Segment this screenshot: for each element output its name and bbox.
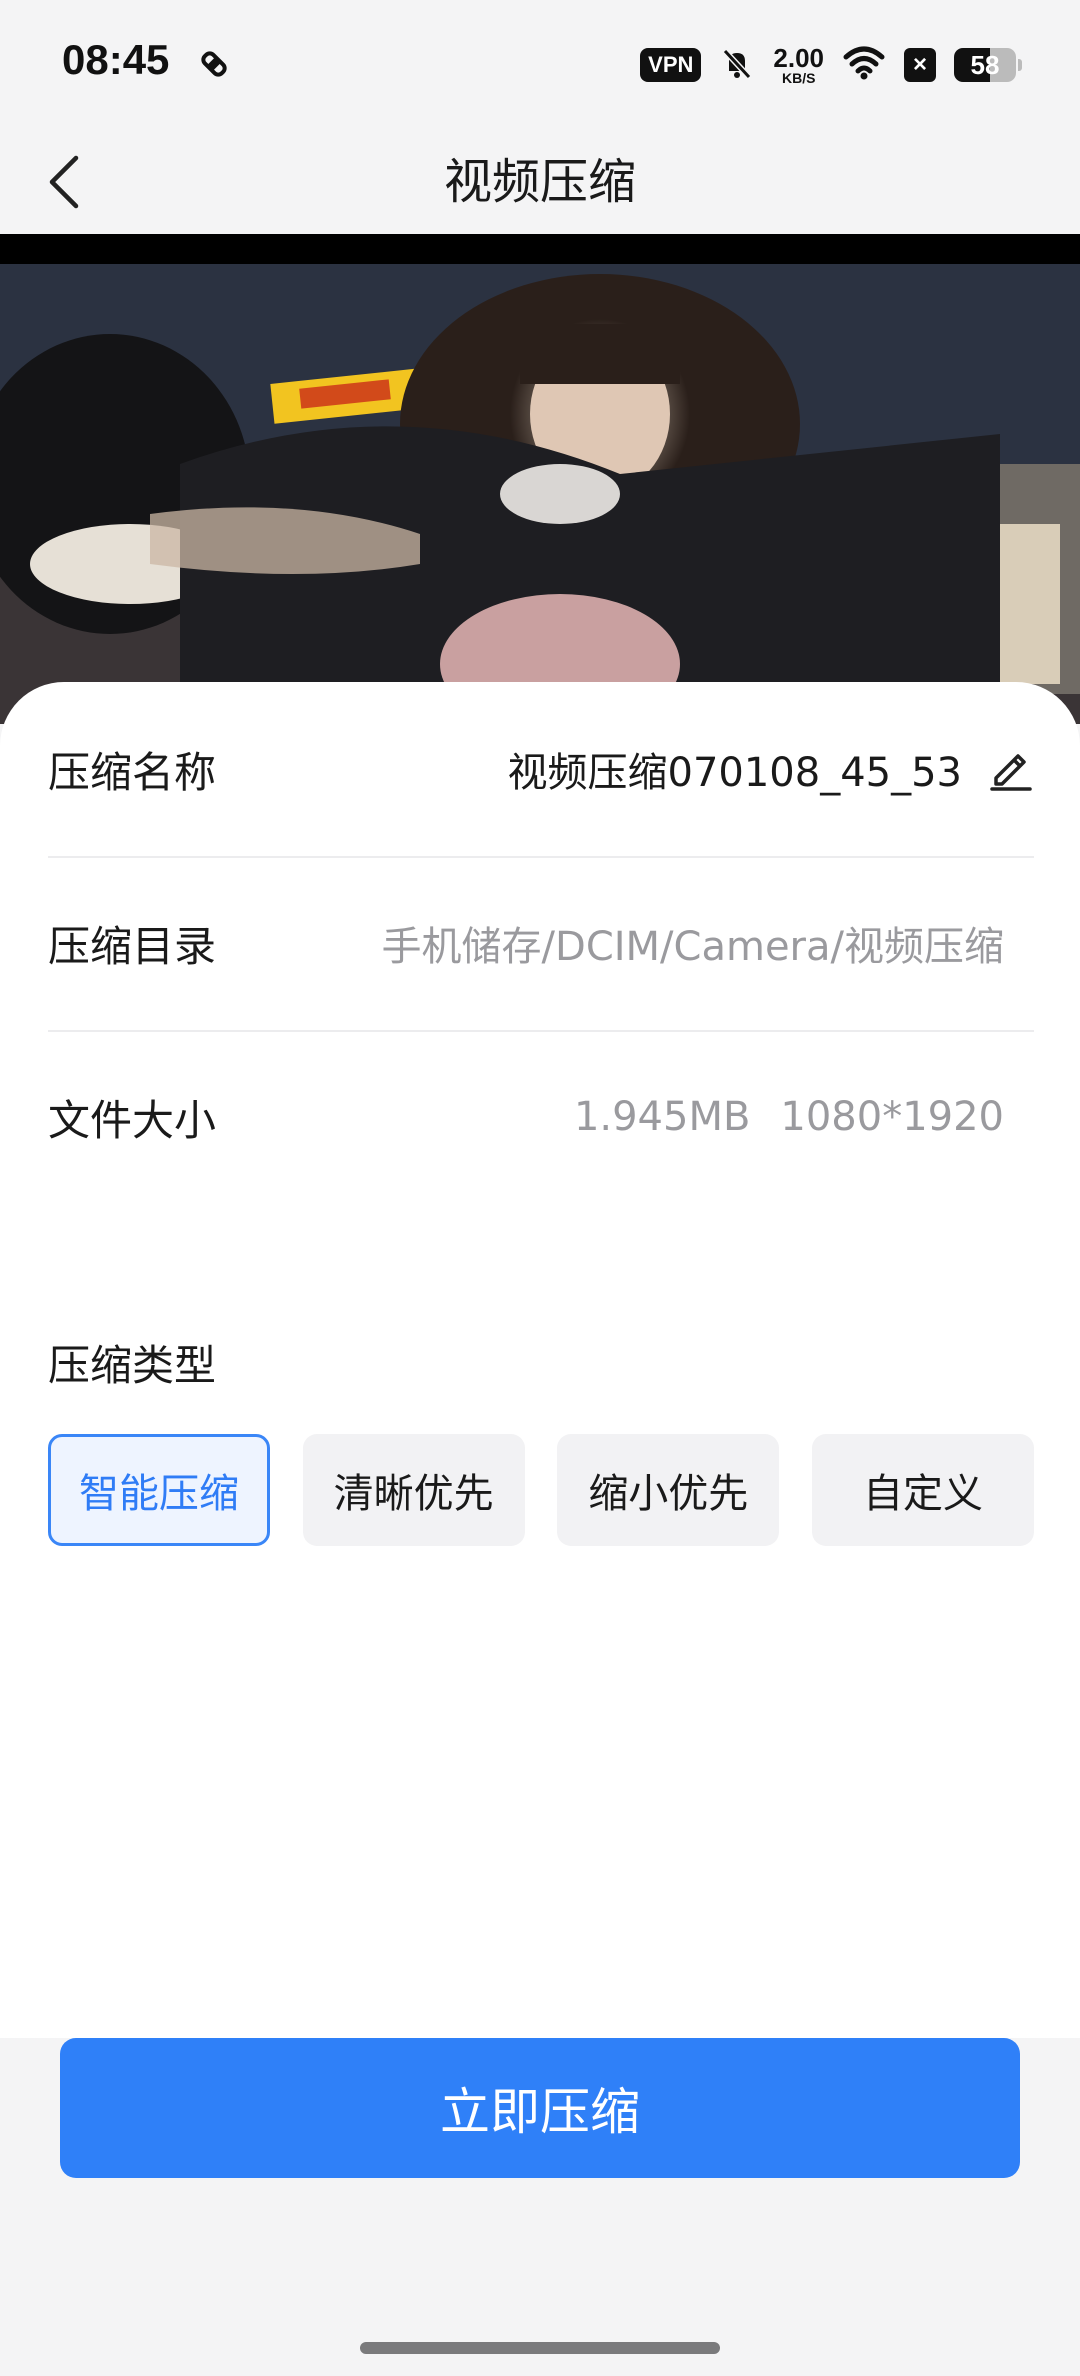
name-value: 视频压缩070108_45_53 [507, 750, 963, 796]
type-option-smaller[interactable]: 缩小优先 [557, 1434, 780, 1546]
mute-bell-icon [719, 45, 755, 85]
filesize-label: 文件大小 [48, 1095, 217, 1145]
name-row: 压缩名称 视频压缩070108_45_53 [48, 682, 1034, 858]
name-value-wrap: 视频压缩070108_45_53 [508, 740, 1035, 798]
badge-icon [196, 46, 232, 82]
edit-name-button[interactable] [988, 746, 1034, 792]
filesize-values: 1.945MB 1080*1920 [574, 1094, 1034, 1140]
x-badge-icon: × [904, 48, 936, 82]
directory-label: 压缩目录 [48, 921, 217, 971]
status-icons: VPN 2.00 KB/S × 58 [640, 40, 1022, 90]
speed-unit: KB/S [781, 70, 816, 86]
compress-now-button[interactable]: 立即压缩 [60, 2038, 1020, 2178]
page-title: 视频压缩 [443, 154, 636, 210]
speed-value: 2.00 [773, 43, 824, 73]
resolution-value: 1080*1920 [780, 1094, 1004, 1140]
battery-icon: 58 [954, 48, 1022, 82]
type-option-smart[interactable]: 智能压缩 [48, 1434, 270, 1546]
filesize-value: 1.945MB [573, 1094, 751, 1140]
vpn-badge: VPN [640, 48, 702, 82]
compress-type-options: 智能压缩 清晰优先 缩小优先 自定义 [48, 1434, 1034, 1546]
video-thumbnail [0, 264, 1080, 724]
directory-value: 手机储存/DCIM/Camera/视频压缩 [381, 924, 1004, 970]
home-indicator[interactable] [360, 2342, 720, 2354]
network-speed: 2.00 KB/S [773, 45, 824, 85]
type-option-custom[interactable]: 自定义 [811, 1434, 1034, 1546]
name-label: 压缩名称 [48, 747, 217, 797]
status-bar: 08:45 VPN 2.00 KB/S × 58 [0, 0, 1080, 130]
content-card: 压缩名称 视频压缩070108_45_53 压缩目录 手机储存/DCIM/Cam… [0, 682, 1080, 2038]
filesize-row: 文件大小 1.945MB 1080*1920 [48, 1030, 1034, 1204]
status-time: 08:45 [62, 36, 170, 83]
compress-type-title: 压缩类型 [48, 1341, 217, 1390]
video-preview[interactable] [0, 234, 1080, 724]
type-option-clarity[interactable]: 清晰优先 [302, 1434, 525, 1546]
directory-row: 压缩目录 手机储存/DCIM/Camera/视频压缩 [48, 856, 1034, 1032]
edit-pencil-icon [990, 754, 1032, 791]
wifi-icon [842, 45, 886, 85]
header: 视频压缩 [0, 130, 1080, 234]
